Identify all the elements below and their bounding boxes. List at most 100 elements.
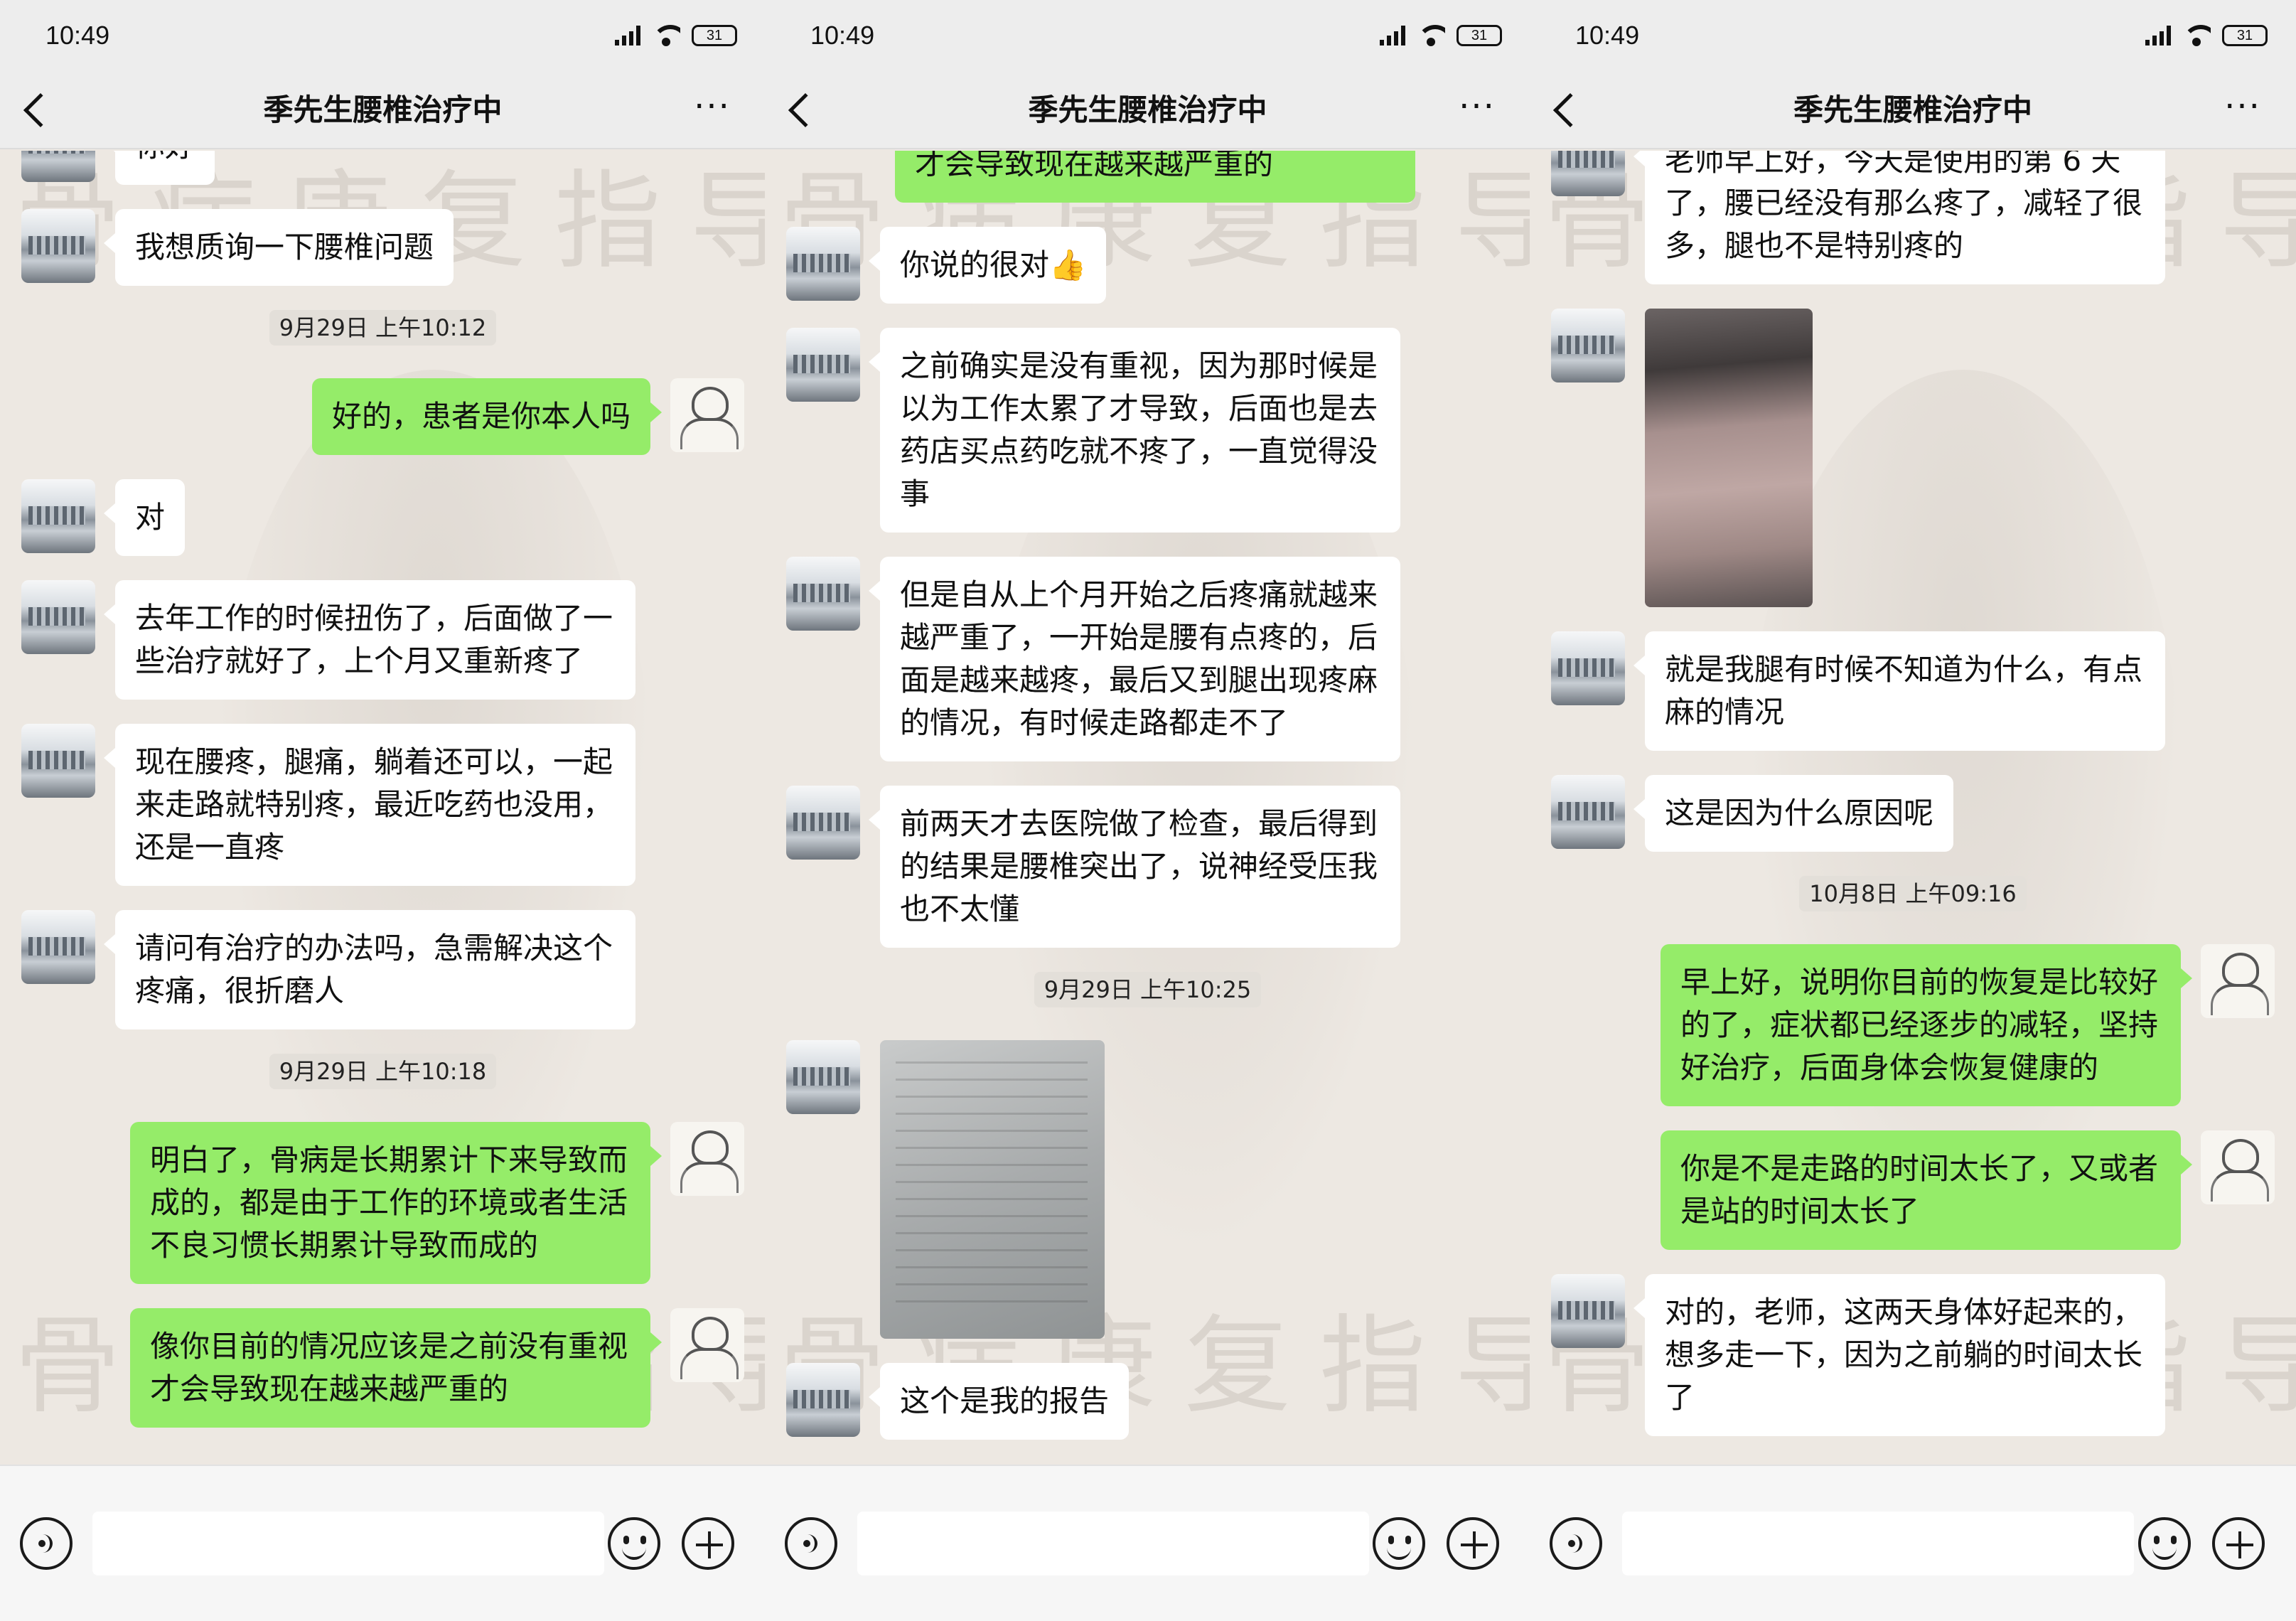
message-bubble[interactable]: 我想质询一下腰椎问题 <box>103 209 454 286</box>
avatar[interactable] <box>786 227 860 301</box>
chat-screen-3: 骨病康复指导 骨病康复指导 10:49 31 季先生腰椎治疗中 ··· 老师早上… <box>1530 0 2296 1621</box>
message-bubble[interactable]: 好的，患者是你本人吗 <box>311 378 662 455</box>
message-bubble[interactable]: 去年工作的时候扭伤了，后面做了一些治疗就好了，上个月又重新疼了 <box>104 580 635 700</box>
message-bubble[interactable]: 之前确实是没有重视，因为那时候是以为工作太累了才导致，后面也是去药店买点药吃就不… <box>869 328 1400 533</box>
avatar[interactable] <box>1551 309 1625 382</box>
signal-icon <box>1380 26 1405 46</box>
message-row: 就是我腿有时候不知道为什么，有点麻的情况 <box>1530 631 2296 751</box>
message-input[interactable] <box>92 1512 604 1575</box>
message-bubble[interactable]: 请问有治疗的办法吗，急需解决这个疼痛，很折磨人 <box>104 910 635 1029</box>
emoji-icon[interactable] <box>608 1517 660 1570</box>
avatar[interactable] <box>1551 151 1625 196</box>
avatar[interactable] <box>786 786 860 860</box>
plus-icon[interactable] <box>2212 1517 2265 1570</box>
timestamp: 10月8日 上午09:16 <box>1530 876 2296 911</box>
message-row: 像你目前的情况应该是之前没有重视才会导致现在越来越严重的 <box>0 1308 766 1428</box>
report-photo[interactable] <box>880 1040 1105 1339</box>
message-bubble[interactable]: 你好 <box>103 151 215 185</box>
message-row: 前两天才去医院做了检查，最后得到的结果是腰椎突出了，说神经受压我也不太懂 <box>765 786 1530 948</box>
battery-icon: 31 <box>1457 25 1502 46</box>
message-bubble[interactable]: 你是不是走路的时间太长了，又或者是站的时间太长了 <box>1661 1130 2192 1250</box>
emoji-icon[interactable] <box>2138 1517 2191 1570</box>
message-list[interactable]: 老师早上好，今天是使用的第 6 天了，腰已经没有那么疼了，减轻了很多，腿也不是特… <box>1530 151 2296 1465</box>
message-list[interactable]: 你好 我想质询一下腰椎问题 9月29日 上午10:12 好的，患者是你本人吗 对 <box>0 151 766 1465</box>
message-bubble[interactable]: 对的，老师，这两天身体好起来的，想多走一下，因为之前躺的时间太长了 <box>1634 1274 2165 1436</box>
message-bubble[interactable]: 现在腰疼，腿痛，躺着还可以，一起来走路就特别疼，最近吃药也没用，还是一直疼 <box>104 724 635 886</box>
avatar[interactable] <box>1551 631 1625 705</box>
more-icon[interactable]: ··· <box>1452 90 1502 128</box>
status-bar: 10:49 31 <box>765 0 1530 71</box>
wifi-icon <box>652 25 680 46</box>
avatar[interactable] <box>2201 1130 2275 1204</box>
more-icon[interactable]: ··· <box>2218 90 2268 128</box>
message-row: 我想质询一下腰椎问题 <box>0 209 766 286</box>
message-bubble[interactable]: 就是我腿有时候不知道为什么，有点麻的情况 <box>1634 631 2165 751</box>
voice-icon[interactable] <box>20 1517 73 1570</box>
avatar[interactable] <box>21 910 95 984</box>
message-bubble[interactable]: 这是因为什么原因呢 <box>1633 775 1954 852</box>
avatar[interactable] <box>21 209 95 283</box>
avatar[interactable] <box>786 557 860 631</box>
avatar[interactable] <box>2201 944 2275 1018</box>
clock: 10:49 <box>1575 21 1640 50</box>
avatar[interactable] <box>21 580 95 654</box>
clock: 10:49 <box>810 21 875 50</box>
more-icon[interactable]: ··· <box>687 90 737 128</box>
chat-screen-1: 骨病康复指导 骨病康复指导 10:49 31 季先生腰椎治疗中 ··· 你好 <box>0 0 766 1621</box>
message-bubble[interactable]: 明白了，骨病是长期累计下来导致而成的，都是由于工作的环境或者生活不良习惯长期累计… <box>130 1122 662 1284</box>
avatar[interactable] <box>21 479 95 553</box>
avatar[interactable] <box>1551 775 1625 849</box>
battery-icon: 31 <box>692 25 737 46</box>
input-bar <box>1530 1465 2296 1621</box>
avatar[interactable] <box>670 1122 744 1196</box>
leg-photo[interactable] <box>1645 309 1813 607</box>
chat-title: 季先生腰椎治疗中 <box>1793 92 2032 127</box>
message-input[interactable] <box>1622 1512 2134 1575</box>
status-icons: 31 <box>615 25 737 46</box>
message-bubble[interactable]: 像你目前的情况应该是之前没有重视才会导致现在越来越严重的 <box>895 151 1415 203</box>
timestamp: 9月29日 上午10:12 <box>0 310 766 346</box>
plus-icon[interactable] <box>682 1517 734 1570</box>
message-row: 现在腰疼，腿痛，躺着还可以，一起来走路就特别疼，最近吃药也没用，还是一直疼 <box>0 724 766 886</box>
message-input[interactable] <box>857 1512 1369 1575</box>
message-list[interactable]: 像你目前的情况应该是之前没有重视才会导致现在越来越严重的 你说的很对👍 之前确实… <box>765 151 1530 1465</box>
input-bar <box>0 1465 766 1621</box>
message-bubble[interactable]: 像你目前的情况应该是之前没有重视才会导致现在越来越严重的 <box>130 1308 662 1428</box>
avatar[interactable] <box>786 1363 860 1437</box>
avatar[interactable] <box>786 328 860 402</box>
status-icons: 31 <box>1380 25 1502 46</box>
avatar[interactable] <box>786 1040 860 1114</box>
message-row: 但是自从上个月开始之后疼痛就越来越严重了，一开始是腰有点疼的，后面是越来越疼，最… <box>765 557 1530 761</box>
emoji-icon[interactable] <box>1373 1517 1425 1570</box>
plus-icon[interactable] <box>1447 1517 1499 1570</box>
message-bubble[interactable]: 这个是我的报告 <box>868 1363 1130 1440</box>
message-bubble[interactable]: 但是自从上个月开始之后疼痛就越来越严重了，一开始是腰有点疼的，后面是越来越疼，最… <box>869 557 1400 761</box>
signal-icon <box>615 26 640 46</box>
message-row: 对 <box>0 479 766 556</box>
nav-bar: 季先生腰椎治疗中 ··· <box>0 71 766 149</box>
message-bubble[interactable]: 前两天才去医院做了检查，最后得到的结果是腰椎突出了，说神经受压我也不太懂 <box>869 786 1400 948</box>
avatar[interactable] <box>21 151 95 182</box>
avatar[interactable] <box>21 724 95 798</box>
message-row: 明白了，骨病是长期累计下来导致而成的，都是由于工作的环境或者生活不良习惯长期累计… <box>0 1122 766 1284</box>
wifi-icon <box>1417 25 1445 46</box>
voice-icon[interactable] <box>1550 1517 1602 1570</box>
avatar[interactable] <box>1551 1274 1625 1348</box>
input-bar <box>765 1465 1530 1621</box>
avatar[interactable] <box>670 1308 744 1382</box>
message-bubble[interactable]: 对 <box>103 479 186 556</box>
chat-screen-2: 骨病康复指导 骨病康复指导 10:49 31 季先生腰椎治疗中 ··· 像你目前… <box>765 0 1530 1621</box>
voice-icon[interactable] <box>785 1517 837 1570</box>
message-bubble[interactable]: 老师早上好，今天是使用的第 6 天了，腰已经没有那么疼了，减轻了很多，腿也不是特… <box>1634 151 2165 284</box>
message-row: 你说的很对👍 <box>765 227 1530 304</box>
message-bubble[interactable]: 早上好，说明你目前的恢复是比较好的了，症状都已经逐步的减轻，坚持好治疗，后面身体… <box>1661 944 2192 1106</box>
message-bubble[interactable]: 你说的很对👍 <box>868 227 1107 304</box>
message-row: 早上好，说明你目前的恢复是比较好的了，症状都已经逐步的减轻，坚持好治疗，后面身体… <box>1530 944 2296 1106</box>
message-row: 你是不是走路的时间太长了，又或者是站的时间太长了 <box>1530 1130 2296 1250</box>
status-icons: 31 <box>2145 25 2268 46</box>
message-row: 对的，老师，这两天身体好起来的，想多走一下，因为之前躺的时间太长了 <box>1530 1274 2296 1436</box>
message-row: 像你目前的情况应该是之前没有重视才会导致现在越来越严重的 <box>765 151 1530 203</box>
battery-icon: 31 <box>2222 25 2268 46</box>
message-row: 这个是我的报告 <box>765 1363 1530 1440</box>
avatar[interactable] <box>670 378 744 452</box>
